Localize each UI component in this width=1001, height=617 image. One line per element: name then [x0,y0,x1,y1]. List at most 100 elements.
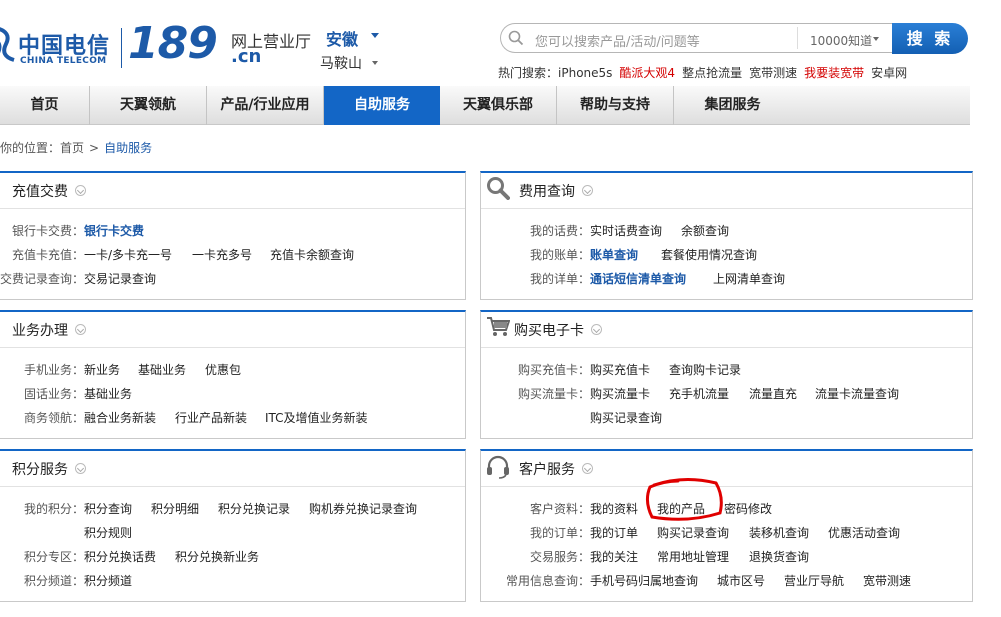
nav-home[interactable]: 首页 [0,86,90,125]
annotation-circle [645,478,723,521]
link[interactable]: 购买记录查询 [590,409,662,426]
link[interactable]: 余额查询 [681,222,729,239]
row-label: 客户资料： [529,502,590,516]
panel-title: 购买电子卡 [514,323,584,339]
link[interactable]: 手机号码归属地查询 [590,572,698,589]
row-label: 积分频道： [23,574,84,588]
row-label: 交易服务： [529,550,590,564]
hot-search-link[interactable]: 宽带测速 [749,66,797,80]
hot-search-bar: 热门搜索：iPhone5s 酷派大观4 整点抢流量 宽带测速 我要装宽带 安卓网 [498,64,914,81]
link[interactable]: 优惠活动查询 [828,524,900,541]
link[interactable]: 购机券兑换记录查询 [309,500,417,517]
row-label: 积分专区： [23,550,84,564]
link[interactable]: 一卡充多号 [192,246,252,263]
link[interactable]: 充值卡余额查询 [270,246,354,263]
hot-search-link[interactable]: 我要装宽带 [804,66,864,80]
breadcrumb-separator: > [89,141,100,155]
nav-products[interactable]: 产品/行业应用 [207,86,324,125]
row-label: 我的账单： [529,248,590,262]
chevron-down-icon[interactable] [75,463,86,474]
link[interactable]: 我的订单 [590,524,638,541]
link[interactable]: 购买流量卡 [590,385,650,402]
panel-header [0,312,465,348]
hot-search-link[interactable]: iPhone5s [558,66,612,80]
search-button[interactable]: 搜 索 [892,23,968,54]
link[interactable]: 营业厅导航 [784,572,844,589]
chevron-down-icon[interactable] [582,463,593,474]
chevron-down-icon[interactable] [591,324,602,335]
nav-enterprise[interactable]: 集团服务 [674,86,791,125]
breadcrumb-home[interactable]: 首页 [60,141,84,155]
link-bill-query[interactable]: 账单查询 [590,246,638,263]
row-label: 我的积分： [23,502,84,516]
link[interactable]: 常用地址管理 [657,548,729,565]
link[interactable]: 一卡/多卡充一号 [84,246,172,263]
panel-title: 积分服务 [12,462,68,478]
link[interactable]: 装移机查询 [749,524,809,541]
link[interactable]: 积分兑换话费 [84,548,156,565]
row-label: 购买充值卡： [517,363,590,377]
row-label: 购买流量卡： [517,387,590,401]
chevron-down-icon[interactable] [372,61,378,65]
hot-search-link[interactable]: 整点抢流量 [682,66,742,80]
city-selector[interactable]: 马鞍山 [320,53,362,73]
nav-tianyi-linghang[interactable]: 天翼领航 [90,86,207,125]
link[interactable]: 积分明细 [151,500,199,517]
link[interactable]: 退换货查询 [749,548,809,565]
link[interactable]: 流量卡流量查询 [815,385,899,402]
logo-189[interactable]: 189 [128,18,218,69]
link[interactable]: 行业产品新装 [175,409,247,426]
chevron-down-icon[interactable] [75,324,86,335]
search-placeholder[interactable]: 您可以搜索产品/活动/问题等 [535,31,700,50]
link[interactable]: 融合业务新装 [84,409,156,426]
search-scope-select[interactable]: 10000知道 [810,32,872,49]
link[interactable]: 我的关注 [590,548,638,565]
chevron-down-icon[interactable] [75,185,86,196]
link[interactable]: 交易记录查询 [84,270,156,287]
hot-search-link[interactable]: 安卓网 [871,66,907,80]
province-selector[interactable]: 安徽 [326,26,358,50]
link[interactable]: ITC及增值业务新装 [265,409,368,426]
link[interactable]: 实时话费查询 [590,222,662,239]
link[interactable]: 城市区号 [717,572,765,589]
nav-club[interactable]: 天翼俱乐部 [440,86,557,125]
hot-search-label: 热门搜索： [498,66,559,80]
link[interactable]: 基础业务 [84,385,132,402]
cart-icon [487,317,510,336]
row-label: 银行卡交费： [11,224,84,238]
link[interactable]: 查询购卡记录 [669,361,741,378]
link[interactable]: 积分兑换记录 [218,500,290,517]
link[interactable]: 积分查询 [84,500,132,517]
link[interactable]: 上网清单查询 [713,270,785,287]
link[interactable]: 购买充值卡 [590,361,650,378]
link-bank-pay[interactable]: 银行卡交费 [84,222,144,239]
link[interactable]: 我的资料 [590,500,638,517]
chevron-down-icon[interactable] [873,37,879,41]
chevron-down-icon[interactable] [582,185,593,196]
online-hall-title: 网上营业厅 [231,32,312,51]
hot-search-link[interactable]: 酷派大观4 [619,66,675,80]
link[interactable]: 基础业务 [138,361,186,378]
breadcrumb: 你的位置：首页 > 自助服务 [0,139,152,156]
link[interactable]: 密码修改 [724,500,772,517]
link[interactable]: 宽带测速 [863,572,911,589]
row-label: 固话业务： [23,387,84,401]
panel-title: 费用查询 [519,184,575,200]
link[interactable]: 套餐使用情况查询 [661,246,757,263]
search-divider [797,27,798,49]
link[interactable]: 流量直充 [749,385,797,402]
link[interactable]: 积分兑换新业务 [175,548,259,565]
link[interactable]: 购买记录查询 [657,524,729,541]
row-label: 交费记录查询： [0,272,84,286]
link[interactable]: 优惠包 [205,361,241,378]
link[interactable]: 充手机流量 [669,385,729,402]
link[interactable]: 新业务 [84,361,120,378]
nav-self-service[interactable]: 自助服务 [324,86,440,125]
link[interactable]: 积分规则 [84,524,132,541]
row-label: 常用信息查询： [505,574,590,588]
row-label: 我的话费： [529,224,590,238]
link-call-detail[interactable]: 通话短信清单查询 [590,270,686,287]
nav-help[interactable]: 帮助与支持 [557,86,674,125]
chevron-down-icon[interactable] [371,33,379,38]
link[interactable]: 积分频道 [84,572,132,589]
